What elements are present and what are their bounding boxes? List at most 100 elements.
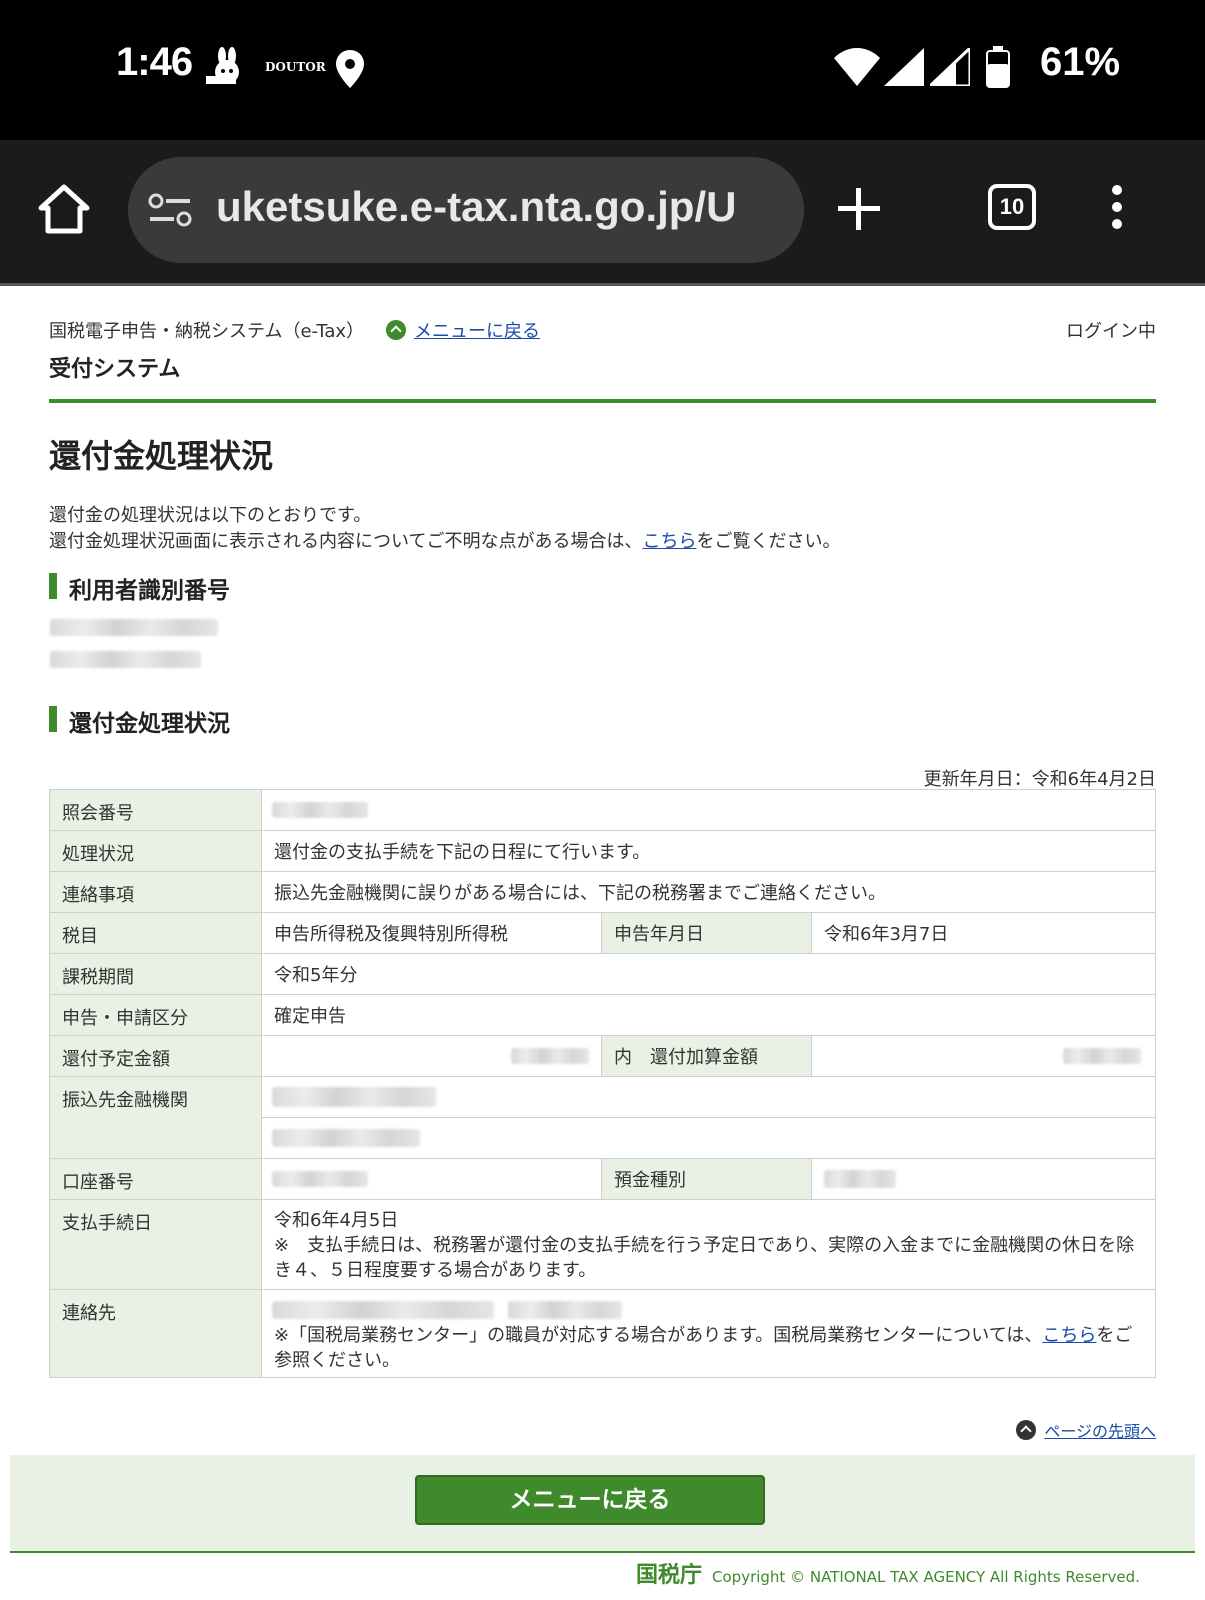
bank-branch-value — [261, 1117, 1156, 1159]
table-header: 振込先金融機関 — [49, 1076, 262, 1159]
table-header: 連絡事項 — [49, 871, 262, 913]
table-row: 税目 申告所得税及復興特別所得税 申告年月日 令和6年3月7日 — [49, 912, 1156, 954]
table-header: 照会番号 — [49, 789, 262, 831]
table-row: 申告・申請区分 確定申告 — [49, 994, 1156, 1036]
header-menu-link[interactable]: メニューに戻る — [386, 317, 540, 343]
updated-date: 更新年月日：令和6年4月2日 — [923, 769, 1156, 790]
status-value: 還付金の支払手続を下記の日程にて行います。 — [261, 830, 1156, 872]
table-header: 課税期間 — [49, 953, 262, 995]
redacted-user-id-1 — [50, 619, 218, 636]
home-icon[interactable] — [38, 184, 90, 238]
tax-item-value: 申告所得税及復興特別所得税 — [261, 912, 602, 954]
redacted-value — [272, 1301, 494, 1319]
rabbit-notification-icon — [204, 46, 248, 94]
browser-toolbar: uketsuke.e-tax.nta.go.jp/U 10 — [0, 140, 1205, 286]
business-center-link[interactable]: こちら — [1042, 1325, 1096, 1346]
more-menu-icon[interactable] — [1110, 184, 1124, 234]
table-header: 口座番号 — [49, 1158, 262, 1200]
redacted-value — [508, 1301, 622, 1319]
location-icon — [336, 50, 364, 92]
table-header: 処理状況 — [49, 830, 262, 872]
table-header: 支払手続日 — [49, 1199, 262, 1290]
deposit-type-value — [811, 1158, 1156, 1200]
site-settings-icon[interactable] — [148, 193, 192, 233]
web-page: 国税電子申告・納税システム（e-Tax） メニューに戻る ログイン中 受付システ… — [0, 289, 1205, 1600]
wifi-icon — [834, 48, 880, 90]
nta-logo: 国税庁 — [636, 1563, 703, 1588]
table-header: 税目 — [49, 912, 262, 954]
battery-icon — [986, 46, 1010, 92]
table-row: 還付予定金額 内 還付加算金額 — [49, 1035, 1156, 1077]
refund-addition-value — [811, 1035, 1156, 1077]
notice-value: 振込先金融機関に誤りがある場合には、下記の税務署までご連絡ください。 — [261, 871, 1156, 913]
payment-date-value: 令和6年4月5日 — [274, 1210, 399, 1231]
table-row: 課税期間 令和5年分 — [49, 953, 1156, 995]
table-header: 内 還付加算金額 — [601, 1035, 812, 1077]
redacted-value — [272, 1129, 420, 1147]
intro-line-1: 還付金の処理状況は以下のとおりです。 — [49, 505, 372, 526]
signal-icon-1 — [884, 48, 924, 90]
table-header: 申告・申請区分 — [49, 994, 262, 1036]
redacted-value — [272, 802, 368, 818]
redacted-value — [511, 1048, 589, 1064]
chevron-up-icon — [1016, 1420, 1037, 1440]
table-header: 還付予定金額 — [49, 1035, 262, 1077]
redacted-value — [1063, 1048, 1141, 1064]
account-number-value — [261, 1158, 602, 1200]
refund-status-table: 照会番号 処理状況 還付金の支払手続を下記の日程にて行います。 連絡事項 振込先… — [49, 789, 1156, 1378]
tab-switcher-button[interactable]: 10 — [988, 184, 1036, 230]
refund-amount-value — [261, 1035, 602, 1077]
menu-link-text[interactable]: メニューに戻る — [414, 321, 540, 342]
status-bar: 1:46 DOUTOR 61% — [0, 0, 1205, 140]
copyright: 国税庁 Copyright © NATIONAL TAX AGENCY All R… — [636, 1557, 1140, 1589]
system-name: 国税電子申告・納税システム（e-Tax） — [49, 321, 365, 342]
inquiry-number-value — [261, 789, 1156, 831]
page-top-text[interactable]: ページの先頭へ — [1044, 1422, 1156, 1441]
intro-help-link[interactable]: こちら — [642, 531, 696, 552]
redacted-value — [824, 1170, 896, 1188]
intro-line-2-post: をご覧ください。 — [696, 531, 841, 552]
table-row: 振込先金融機関 — [49, 1076, 1156, 1159]
subsystem-title: 受付システム — [49, 357, 181, 382]
payment-date-cell: 令和6年4月5日 ※ 支払手続日は、税務署が還付金の支払手続を行う予定日であり、… — [261, 1199, 1156, 1290]
signal-icon-2 — [926, 44, 972, 90]
bank-name-value — [261, 1076, 1156, 1118]
intro-text: 還付金の処理状況は以下のとおりです。 還付金処理状況画面に表示される内容について… — [49, 503, 840, 555]
tax-period-value: 令和5年分 — [261, 953, 1156, 995]
battery-percent: 61% — [1040, 40, 1121, 84]
page-title: 還付金処理状況 — [49, 437, 274, 475]
table-row: 口座番号 預金種別 — [49, 1158, 1156, 1200]
back-to-menu-button[interactable]: メニューに戻る — [415, 1475, 765, 1525]
redacted-user-id-2 — [50, 651, 201, 668]
address-bar[interactable]: uketsuke.e-tax.nta.go.jp/U — [128, 157, 804, 263]
page-top-link[interactable]: ページの先頭へ — [1016, 1418, 1156, 1442]
intro-line-2: 還付金処理状況画面に表示される内容についてご不明な点がある場合は、こちらをご覧く… — [49, 529, 840, 555]
table-header: 連絡先 — [49, 1289, 262, 1378]
contact-note: ※「国税局業務センター」の職員が対応する場合があります。国税局業務センターについ… — [274, 1323, 1143, 1373]
section-user-id: 利用者識別番号 — [49, 571, 230, 605]
new-tab-icon[interactable] — [838, 188, 880, 234]
table-row: 照会番号 — [49, 789, 1156, 831]
filing-type-value: 確定申告 — [261, 994, 1156, 1036]
contact-value — [272, 1298, 1143, 1323]
clock: 1:46 — [116, 40, 193, 84]
table-row: 連絡事項 振込先金融機関に誤りがある場合には、下記の税務署までご連絡ください。 — [49, 871, 1156, 913]
doutor-notification-icon: DOUTOR — [265, 60, 326, 74]
login-status: ログイン中 — [1066, 321, 1156, 342]
table-row: 処理状況 還付金の支払手続を下記の日程にて行います。 — [49, 830, 1156, 872]
copyright-text: Copyright © NATIONAL TAX AGENCY All Righ… — [712, 1568, 1140, 1586]
contact-cell: ※「国税局業務センター」の職員が対応する場合があります。国税局業務センターについ… — [261, 1289, 1156, 1378]
table-header: 申告年月日 — [601, 912, 812, 954]
intro-line-2-pre: 還付金処理状況画面に表示される内容についてご不明な点がある場合は、 — [49, 531, 643, 552]
divider — [49, 399, 1156, 403]
payment-date-note: ※ 支払手続日は、税務署が還付金の支払手続を行う予定日であり、実際の入金までに金… — [274, 1235, 1135, 1281]
url-text: uketsuke.e-tax.nta.go.jp/U — [216, 183, 737, 230]
redacted-value — [272, 1087, 436, 1107]
chevron-up-icon — [386, 320, 406, 340]
section-refund-status: 還付金処理状況 — [49, 704, 230, 738]
table-row: 支払手続日 令和6年4月5日 ※ 支払手続日は、税務署が還付金の支払手続を行う予… — [49, 1199, 1156, 1290]
redacted-value — [272, 1171, 368, 1187]
filing-date-value: 令和6年3月7日 — [811, 912, 1156, 954]
contact-note-pre: ※「国税局業務センター」の職員が対応する場合があります。国税局業務センターについ… — [274, 1325, 1043, 1346]
table-header: 預金種別 — [601, 1158, 812, 1200]
